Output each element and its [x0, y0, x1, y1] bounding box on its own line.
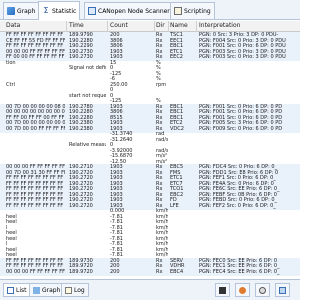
graph-icon [33, 286, 40, 294]
table-header: Data Time Count Dir Name Interpretation [0, 21, 300, 32]
column-divider[interactable] [196, 21, 197, 32]
tab-label: Graph [17, 7, 36, 15]
graph-icon [7, 7, 15, 15]
tab-canopen-node-scanner[interactable]: CANopen Node Scanner [84, 2, 174, 19]
statistic-icon: Σ [43, 6, 49, 15]
column-header-data[interactable]: Data [6, 22, 20, 29]
table-row[interactable]: 00 00 00 FF FF FF FF FF 189.9720 200 Rx EBC4… [0, 268, 300, 276]
tab-log[interactable]: Log [61, 283, 89, 297]
tab-list[interactable]: List [3, 283, 31, 297]
cell-dir: Rx [156, 268, 163, 275]
cell-data: 00 00 00 FF FF FF FF FF [6, 268, 65, 275]
message-table: FF FF FF FF FF FF FF FF 189.9790 200 Rx TSC1… [0, 32, 300, 278]
script-icon [174, 7, 182, 15]
column-divider[interactable] [168, 21, 169, 32]
column-header-interpretation[interactable]: Interpretation [199, 22, 240, 29]
column-divider[interactable] [107, 21, 108, 32]
log-icon [65, 286, 72, 294]
console-icon [219, 286, 226, 294]
cell-interp: PGN: FEC4 Src: EE Prio: 6 DP: 0_ [199, 268, 280, 275]
top-tab-bar: Graph Σ Statistic CANopen Node Scanner S… [0, 0, 300, 20]
column-divider[interactable] [154, 21, 155, 32]
tab-label: Scripting [184, 7, 211, 15]
tab-label: Log [74, 286, 85, 294]
column-divider[interactable] [66, 21, 67, 32]
column-header-dir[interactable]: Dir [156, 22, 165, 29]
bottom-tab-bar: List Graph Log [0, 279, 300, 300]
tab-statistic[interactable]: Σ Statistic [38, 1, 81, 20]
cell-name: EBC4 [170, 268, 184, 275]
settings-icon [259, 286, 266, 294]
tab-bottom-graph[interactable]: Graph [29, 283, 65, 297]
tab-label: Graph [42, 286, 61, 294]
tab-settings[interactable] [255, 283, 270, 297]
card-icon [279, 286, 286, 294]
tab-card[interactable] [275, 283, 290, 297]
tab-debug[interactable] [235, 283, 250, 297]
tab-graph[interactable]: Graph [3, 2, 40, 19]
cell-time: 189.9720 [69, 268, 93, 275]
tab-label: Statistic [52, 7, 77, 15]
cell-count: 200 [110, 268, 120, 275]
tab-console[interactable] [215, 283, 230, 297]
column-header-name[interactable]: Name [170, 22, 188, 29]
tab-scripting[interactable]: Scripting [170, 2, 215, 19]
debug-icon [239, 286, 246, 294]
column-header-count[interactable]: Count [110, 22, 128, 29]
tab-label: CANopen Node Scanner [98, 7, 170, 15]
column-header-time[interactable]: Time [69, 22, 84, 29]
tab-label: List [16, 286, 27, 294]
list-icon [7, 286, 14, 294]
scanner-icon [88, 7, 96, 15]
